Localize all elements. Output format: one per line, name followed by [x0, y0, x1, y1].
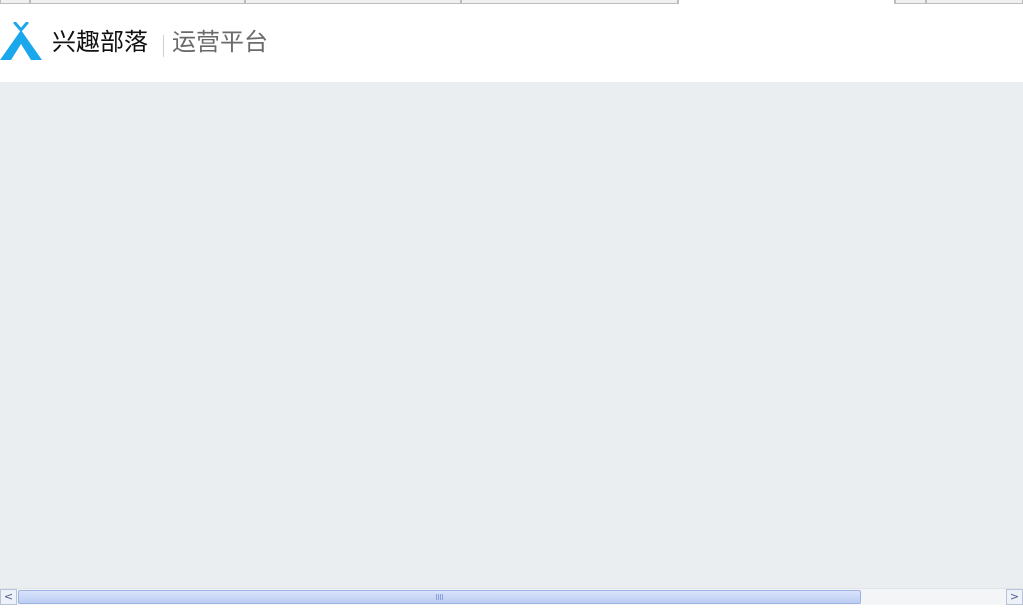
- tab[interactable]: [461, 0, 678, 4]
- browser-page: 兴趣部落 运营平台 < >: [0, 0, 1023, 609]
- tent-logo-icon[interactable]: [0, 22, 42, 60]
- brand-divider: [163, 35, 164, 57]
- main-content: [0, 82, 1023, 588]
- tab[interactable]: [30, 0, 245, 4]
- bottom-edge: [0, 605, 1023, 609]
- page-header: 兴趣部落 运营平台: [0, 5, 1023, 82]
- platform-name: 运营平台: [172, 28, 268, 56]
- tab-active[interactable]: [678, 0, 895, 4]
- scroll-right-arrow-icon[interactable]: >: [1006, 589, 1023, 605]
- tab[interactable]: [895, 0, 926, 4]
- tab[interactable]: [926, 0, 1023, 4]
- tab[interactable]: [245, 0, 461, 4]
- scroll-left-arrow-icon[interactable]: <: [0, 589, 17, 605]
- scrollbar-thumb[interactable]: [18, 590, 861, 604]
- scrollbar-grip: [435, 594, 444, 600]
- horizontal-scrollbar[interactable]: < >: [0, 588, 1023, 605]
- tab[interactable]: [0, 0, 30, 4]
- brand-name[interactable]: 兴趣部落: [52, 27, 148, 57]
